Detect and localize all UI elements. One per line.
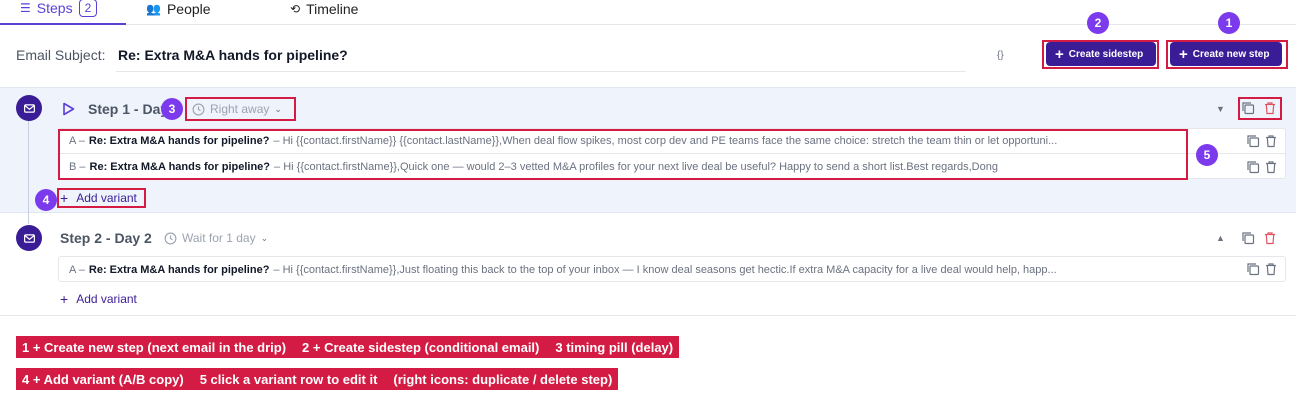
- create-new-step-label: Create new step: [1192, 48, 1270, 60]
- add-variant-step-2-button[interactable]: + Add variant: [60, 291, 137, 307]
- duplicate-step-2-icon[interactable]: [1241, 231, 1255, 245]
- mail-icon: [16, 225, 42, 251]
- plus-icon: +: [60, 291, 69, 307]
- tab-timeline[interactable]: ⟲ Timeline: [290, 0, 358, 25]
- timeline-connector: [28, 120, 29, 224]
- delete-variant-b-icon[interactable]: [1264, 160, 1278, 174]
- plus-icon: +: [1179, 45, 1188, 63]
- delete-step-1-icon[interactable]: [1263, 101, 1277, 115]
- duplicate-variant-a-icon[interactable]: [1246, 134, 1260, 148]
- legend-item: (right icons: duplicate / delete step): [393, 371, 613, 387]
- marker-2: 2: [1087, 12, 1109, 34]
- legend-item: 1 + Create new step (next email in the d…: [22, 339, 287, 355]
- history-icon: ⟲: [290, 1, 301, 16]
- legend-item: 5 click a variant row to edit it: [199, 371, 378, 387]
- step-1-variants-list: A – Re: Extra M&A hands for pipeline? – …: [58, 128, 1286, 179]
- step-2-title: Step 2 - Day 2: [60, 230, 152, 246]
- marker-4: 4: [35, 189, 57, 211]
- variant-row-a[interactable]: A – Re: Extra M&A hands for pipeline? – …: [59, 129, 1285, 154]
- delete-variant-a-icon[interactable]: [1264, 134, 1278, 148]
- collapse-caret-down-icon[interactable]: ▼: [1216, 104, 1225, 114]
- variant-letter: B –: [69, 160, 86, 173]
- create-sidestep-button[interactable]: + Create sidestep: [1046, 42, 1156, 66]
- step-2-timing-pill[interactable]: Wait for 1 day ⌄: [164, 231, 268, 245]
- tab-people[interactable]: 👥 People: [146, 0, 211, 25]
- variant-preview: – Hi {{contact.firstName}},Just floating…: [273, 263, 1057, 276]
- play-icon[interactable]: [62, 102, 75, 116]
- marker-1: 1: [1218, 12, 1240, 34]
- create-new-step-button[interactable]: + Create new step: [1170, 42, 1282, 66]
- step-1-timing-pill[interactable]: Right away ⌄: [192, 102, 282, 116]
- email-subject-label: Email Subject:: [16, 47, 106, 63]
- variant-letter: A –: [69, 263, 85, 276]
- add-variant-step-1-button[interactable]: + Add variant: [60, 190, 137, 206]
- duplicate-step-1-icon[interactable]: [1241, 101, 1255, 115]
- variant-preview: – Hi {{contact.firstName}},Quick one — w…: [274, 160, 998, 173]
- clock-icon: [192, 103, 205, 115]
- collapse-caret-up-icon[interactable]: ▲: [1216, 233, 1225, 243]
- email-subject-input[interactable]: [116, 38, 966, 72]
- plus-icon: +: [1055, 45, 1064, 63]
- mail-icon: [16, 95, 42, 121]
- legend-line-1: 1 + Create new step (next email in the d…: [16, 336, 680, 358]
- variant-subject: Re: Extra M&A hands for pipeline?: [88, 263, 270, 276]
- legend-item: 3 timing pill (delay): [555, 339, 674, 355]
- tab-people-label: People: [166, 0, 211, 17]
- variant-row-b[interactable]: B – Re: Extra M&A hands for pipeline? – …: [59, 154, 1285, 179]
- add-variant-label: Add variant: [76, 292, 137, 306]
- legend-line-2: 4 + Add variant (A/B copy) 5 click a var…: [16, 368, 619, 390]
- tab-timeline-label: Timeline: [306, 0, 359, 17]
- people-icon: 👥: [146, 1, 161, 16]
- variables-braces-icon[interactable]: {}: [997, 50, 1004, 61]
- step-2-timing-label: Wait for 1 day: [182, 231, 256, 245]
- variant-subject: Re: Extra M&A hands for pipeline?: [89, 160, 271, 173]
- steps-count-badge: 2: [78, 0, 98, 17]
- chevron-down-icon: ⌄: [274, 103, 282, 114]
- chevron-down-icon: ⌄: [260, 232, 269, 243]
- variant-letter: A –: [69, 135, 85, 147]
- step-2-variants-list: A – Re: Extra M&A hands for pipeline? – …: [58, 256, 1286, 282]
- variant-preview: – Hi {{contact.firstName}} {{contact.las…: [273, 135, 1058, 147]
- delete-step-2-icon[interactable]: [1263, 231, 1277, 245]
- clock-icon: [164, 232, 177, 244]
- create-sidestep-label: Create sidestep: [1068, 48, 1144, 60]
- plus-icon: +: [60, 190, 69, 206]
- tab-steps-label: Steps: [36, 0, 73, 16]
- marker-5: 5: [1196, 144, 1218, 166]
- step-1-timing-label: Right away: [210, 102, 270, 116]
- variant-row-a[interactable]: A – Re: Extra M&A hands for pipeline? – …: [59, 257, 1285, 282]
- duplicate-variant-a-icon[interactable]: [1246, 262, 1260, 276]
- delete-variant-a-icon[interactable]: [1264, 262, 1278, 276]
- duplicate-variant-b-icon[interactable]: [1246, 160, 1260, 174]
- tab-steps[interactable]: ☰ Steps 2: [0, 0, 126, 25]
- list-icon: ☰: [20, 0, 31, 15]
- marker-3: 3: [161, 98, 183, 120]
- add-variant-label: Add variant: [76, 191, 137, 205]
- legend-item: 2 + Create sidestep (conditional email): [302, 339, 540, 355]
- legend-item: 4 + Add variant (A/B copy): [22, 371, 184, 387]
- variant-subject: Re: Extra M&A hands for pipeline?: [88, 135, 270, 147]
